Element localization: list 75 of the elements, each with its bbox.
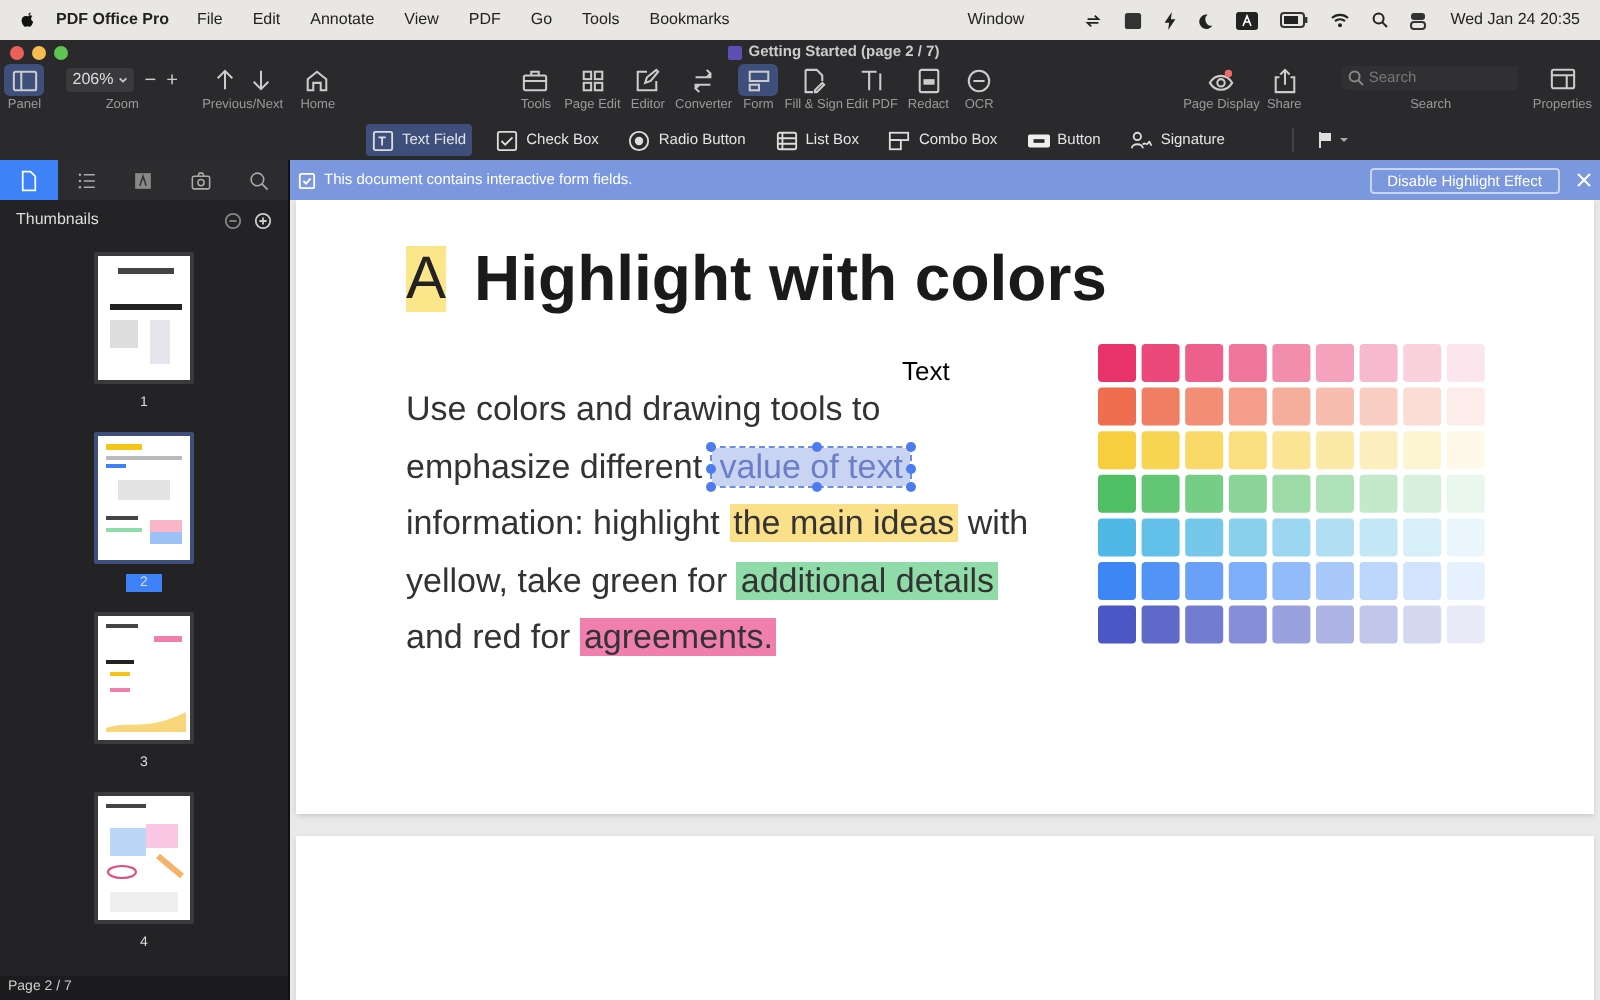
bolt-icon[interactable]	[1164, 11, 1177, 29]
clock[interactable]: Wed Jan 24 20:35	[1450, 8, 1580, 32]
menu-item[interactable]: Bookmarks	[649, 8, 730, 32]
menu-item[interactable]: Tools	[582, 8, 620, 32]
search-icon[interactable]	[1372, 12, 1389, 28]
menu-item[interactable]: Edit	[252, 8, 281, 32]
keyboard-input-icon[interactable]	[1236, 11, 1259, 29]
ok-button-icon	[1027, 129, 1050, 151]
eye-icon	[1208, 67, 1235, 94]
page-icon	[17, 169, 40, 191]
flag-icon[interactable]	[1318, 132, 1351, 148]
square-app-icon[interactable]	[1124, 11, 1143, 29]
checkbox-icon	[298, 171, 316, 189]
form-button[interactable]	[738, 64, 779, 97]
form-icon	[745, 67, 772, 94]
search-icon	[1348, 70, 1365, 87]
close-icon[interactable]	[1576, 172, 1592, 188]
chevron-down-icon	[118, 76, 129, 85]
checkbox-icon	[496, 129, 519, 151]
share-icon	[1271, 67, 1298, 94]
grid-icon	[579, 67, 606, 94]
minimize-button[interactable]	[32, 45, 46, 59]
wifi-icon[interactable]	[1330, 12, 1351, 28]
panel-icon	[11, 67, 38, 94]
menu-item[interactable]: Window	[967, 8, 1025, 32]
page-thumbnail[interactable]	[94, 612, 194, 744]
arrow-up-icon[interactable]	[213, 68, 236, 93]
zoom-out-icon[interactable]	[224, 211, 242, 229]
zoom-in-button[interactable]: +	[166, 65, 178, 96]
properties-icon[interactable]	[1549, 66, 1576, 93]
heading: Highlight with colors	[474, 240, 1107, 318]
heading-badge: A	[406, 245, 447, 311]
redact-icon	[915, 67, 942, 94]
apple-logo-icon[interactable]	[20, 11, 36, 29]
page-thumbnail[interactable]	[94, 792, 194, 924]
text-field-icon	[372, 129, 394, 151]
control-center-icon[interactable]	[1410, 11, 1427, 29]
home-icon	[304, 67, 331, 94]
list-box-icon	[775, 129, 798, 151]
menu-item[interactable]: Go	[530, 8, 553, 32]
camera-icon	[190, 169, 213, 191]
edit-icon	[634, 67, 661, 94]
panel-title: Thumbnails	[16, 208, 101, 232]
page-thumbnail[interactable]	[94, 252, 194, 384]
sidebar-tab[interactable]	[0, 160, 58, 200]
zoom-out-button[interactable]: −	[144, 65, 157, 96]
zoom-field[interactable]: 206%	[66, 68, 135, 93]
sign-icon	[800, 67, 827, 94]
app-name[interactable]: PDF Office Pro	[56, 8, 169, 32]
text-cursor-icon	[858, 67, 885, 94]
annotation-icon	[132, 169, 155, 191]
menu-item[interactable]: File	[196, 8, 223, 32]
sync-icon[interactable]	[1084, 11, 1103, 29]
signature-icon	[1130, 129, 1153, 151]
paragraph: Use colors and drawing tools to emphasize different value of text information: highlight the main ideas with yellow, take green for additional details and red for agreements.	[406, 388, 1031, 660]
panel-button[interactable]	[4, 64, 45, 97]
combo-box-icon	[888, 129, 911, 151]
menu-item[interactable]: PDF	[468, 8, 501, 32]
close-button[interactable]	[10, 45, 24, 59]
search-icon	[248, 169, 271, 191]
arrow-down-icon[interactable]	[249, 68, 272, 93]
convert-icon	[690, 67, 717, 94]
moon-icon[interactable]	[1198, 11, 1215, 29]
document-icon	[728, 45, 743, 59]
radio-button-icon	[628, 129, 651, 151]
battery-icon[interactable]	[1280, 12, 1309, 28]
list-icon	[75, 169, 98, 191]
menu-item[interactable]: View	[404, 8, 439, 32]
toolbox-icon	[522, 67, 549, 94]
ocr-icon	[966, 67, 993, 94]
menu-item[interactable]: Annotate	[310, 8, 375, 32]
field-name-label: Text	[902, 358, 950, 386]
zoom-in-icon[interactable]	[254, 211, 272, 229]
page-thumbnail[interactable]	[94, 432, 194, 564]
zoom-button[interactable]	[54, 45, 68, 59]
